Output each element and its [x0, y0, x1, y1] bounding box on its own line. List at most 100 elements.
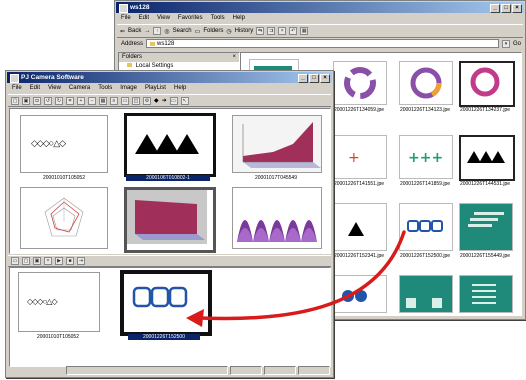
crop-icon[interactable]: ⌗	[66, 96, 74, 105]
maximize-button[interactable]: □	[309, 74, 319, 83]
thumbnail[interactable]	[399, 61, 453, 105]
menu-help[interactable]: Help	[233, 14, 245, 23]
playlist-toolbar: ▭ ▢ ▣ × ▶ ■ ⇥	[8, 255, 331, 267]
undo-icon[interactable]: ↶	[289, 27, 298, 35]
thumbnail[interactable]	[232, 115, 322, 173]
delete-icon[interactable]: ×	[278, 27, 287, 35]
thumbnail[interactable]: ◇◇◇○△◇	[20, 115, 108, 173]
thumbnail-caption: 20001226T144531.jpe	[459, 181, 511, 187]
menu-file[interactable]: File	[121, 14, 131, 23]
menu-favorites[interactable]: Favorites	[178, 14, 203, 23]
search-button[interactable]: Search	[173, 28, 192, 34]
close-button[interactable]: ×	[320, 74, 330, 83]
thumbnail[interactable]	[124, 187, 216, 253]
explorer-toolbar: ⇐ Back → ↑ ◎ Search ▭ Folders ◷ History …	[117, 24, 523, 38]
save-icon[interactable]: ▣	[22, 96, 30, 105]
delete-icon[interactable]: ×	[44, 257, 52, 265]
folder-icon	[119, 4, 128, 13]
camera-toolbar: ▢ ▣ ◘ ↺ ↻ ⌗ + − ▦ ≡ ▭ ◫ ⚙ ◆ ➜ ▭ ↖	[8, 94, 331, 107]
status-panel	[66, 366, 228, 375]
menu-image[interactable]: Image	[120, 84, 137, 93]
radar-chart-icon	[44, 197, 84, 237]
camera-titlebar[interactable]: PJ Camera Software _ □ ×	[7, 72, 332, 83]
camera-icon[interactable]: ◘	[33, 96, 41, 105]
menu-view[interactable]: View	[48, 84, 61, 93]
open-icon[interactable]: ▢	[11, 96, 19, 105]
thumbnail-caption: 2000106T010802-1	[126, 175, 210, 181]
thumbnail[interactable]	[399, 275, 453, 313]
open-playlist-icon[interactable]: ▢	[22, 257, 30, 265]
thumbnail-selected[interactable]	[124, 113, 216, 177]
menu-camera[interactable]: Camera	[69, 84, 90, 93]
close-icon[interactable]: ×	[232, 53, 236, 62]
save-playlist-icon[interactable]: ▣	[33, 257, 41, 265]
grid-icon[interactable]: ▦	[99, 96, 107, 105]
image-icon[interactable]: ◫	[132, 96, 140, 105]
monitor-icon[interactable]: ▭	[169, 96, 178, 105]
move-icon[interactable]: ⇆	[256, 27, 265, 35]
settings-icon[interactable]: ⚙	[143, 96, 151, 105]
thumbnail[interactable]	[459, 203, 513, 251]
close-button[interactable]: ×	[512, 4, 522, 13]
zoom-in-icon[interactable]: +	[77, 96, 85, 105]
back-arrow-icon[interactable]: ⇐	[120, 28, 125, 35]
status-panel	[298, 366, 330, 375]
arrow-icon[interactable]: ➜	[162, 97, 167, 104]
playlist-item-selected[interactable]	[120, 270, 212, 336]
menu-playlist[interactable]: PlayList	[145, 84, 166, 93]
list-icon[interactable]: ≡	[110, 96, 118, 105]
thumbnail[interactable]: +++	[399, 135, 453, 179]
minimize-button[interactable]: _	[298, 74, 308, 83]
folder-icon[interactable]: ▭	[121, 96, 129, 105]
thumbnail[interactable]: +	[333, 135, 387, 179]
copy-icon[interactable]: ⇉	[267, 27, 276, 35]
thumbnail-selected[interactable]	[399, 203, 453, 251]
menu-edit[interactable]: Edit	[139, 14, 149, 23]
up-icon[interactable]: ↑	[153, 27, 162, 35]
folder-item-label: Local Settings	[135, 63, 174, 69]
history-icon: ◷	[226, 28, 232, 35]
thumbnail[interactable]	[333, 275, 387, 313]
maximize-button[interactable]: □	[501, 4, 511, 13]
pointer-icon[interactable]: ↖	[180, 96, 189, 105]
explorer-titlebar[interactable]: ws128 _ □ ×	[116, 2, 524, 13]
squares-icon	[407, 220, 443, 232]
folders-button[interactable]: Folders	[203, 28, 223, 34]
thumbnail[interactable]	[459, 61, 515, 107]
menu-tools[interactable]: Tools	[98, 84, 112, 93]
stop-icon[interactable]: ■	[66, 257, 74, 265]
address-input[interactable]: ws128	[146, 39, 499, 48]
thumbnail[interactable]	[333, 203, 387, 251]
menu-tools[interactable]: Tools	[211, 14, 225, 23]
plus-row-icon: +++	[408, 150, 443, 166]
menu-file[interactable]: File	[12, 84, 22, 93]
history-button[interactable]: History	[235, 28, 254, 34]
back-button[interactable]: Back	[128, 28, 141, 34]
diamond-icon[interactable]: ◆	[154, 97, 159, 104]
go-label[interactable]: Go	[513, 41, 523, 47]
new-playlist-icon[interactable]: ▭	[11, 257, 19, 265]
play-icon[interactable]: ▶	[55, 257, 63, 265]
playlist-item[interactable]: ◇◇◇○△◇	[18, 272, 100, 332]
thumbnail[interactable]	[232, 187, 322, 249]
shapes-row: ◇◇◇○△◇	[31, 138, 66, 148]
zoom-out-icon[interactable]: −	[88, 96, 96, 105]
camera-thumbnail-pane: ◇◇◇○△◇ 20001010T105052 2000106T010802-1 …	[9, 108, 331, 254]
forward-icon[interactable]: →	[144, 28, 150, 34]
export-icon[interactable]: ⇥	[77, 257, 85, 265]
thumbnail[interactable]	[459, 275, 513, 313]
minimize-button[interactable]: _	[490, 4, 500, 13]
surface-chart-icon	[237, 220, 317, 242]
rotate-left-icon[interactable]: ↺	[44, 96, 52, 105]
views-icon[interactable]: ▦	[300, 27, 309, 35]
playlist-pane: ◇◇◇○△◇ 20001010T105052 20001226T152500	[9, 267, 331, 367]
rotate-right-icon[interactable]: ↻	[55, 96, 63, 105]
folders-label: Folders	[122, 54, 143, 60]
thumbnail[interactable]	[459, 135, 515, 181]
menu-help[interactable]: Help	[174, 84, 186, 93]
menu-edit[interactable]: Edit	[30, 84, 40, 93]
address-dropdown-icon[interactable]: ▾	[501, 39, 510, 48]
thumbnail[interactable]	[333, 61, 387, 105]
thumbnail[interactable]	[20, 187, 108, 249]
menu-view[interactable]: View	[157, 14, 170, 23]
